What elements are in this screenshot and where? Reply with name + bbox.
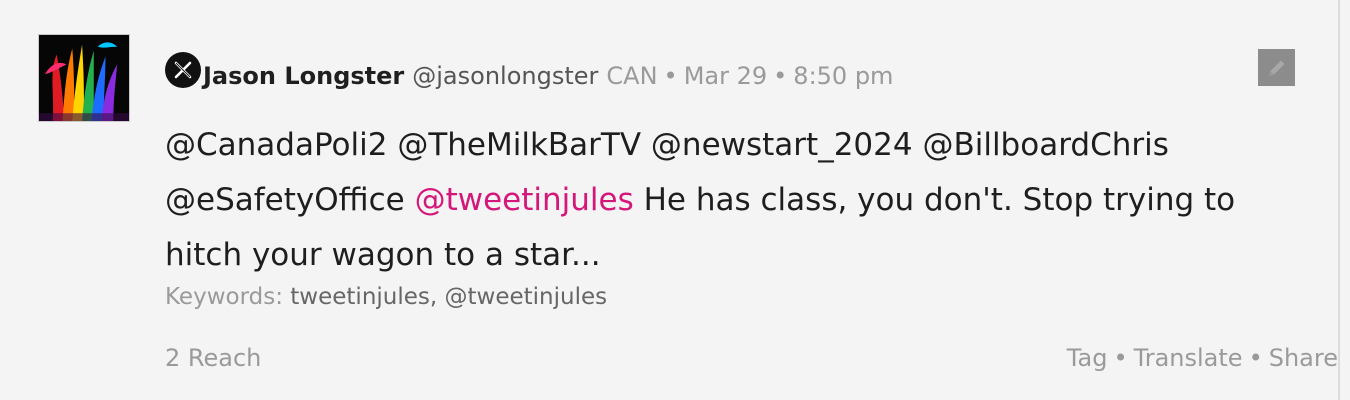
post-actions: Tag • Translate • Share [1067, 344, 1338, 372]
highlighted-mention[interactable]: @tweetinjules [415, 182, 634, 218]
keywords-label: Keywords: [165, 284, 283, 310]
separator-dot: • [1113, 344, 1128, 372]
country-label: CAN [606, 62, 658, 90]
mention-link[interactable]: @TheMilkBarTV [397, 127, 641, 163]
separator-dot: • [1248, 344, 1263, 372]
separator-dot: • [773, 62, 788, 90]
mention-link[interactable]: @BillboardChris [922, 127, 1168, 163]
avatar[interactable] [38, 34, 130, 122]
post-body: @CanadaPoli2 @TheMilkBarTV @newstart_202… [165, 118, 1315, 283]
keywords-row: Keywords: tweetinjules, @tweetinjules [165, 284, 607, 310]
tag-action[interactable]: Tag [1067, 344, 1108, 372]
avatar-image [39, 35, 129, 121]
post-card: Jason Longster @jasonlongster CAN • Mar … [0, 0, 1340, 400]
translate-action[interactable]: Translate [1134, 344, 1243, 372]
reach-count: 2 Reach [165, 344, 262, 372]
author-handle[interactable]: @jasonlongster [412, 62, 598, 90]
post-header: Jason Longster @jasonlongster CAN • Mar … [165, 52, 894, 96]
keywords-values: tweetinjules, @tweetinjules [290, 284, 608, 310]
mention-link[interactable]: @CanadaPoli2 [165, 127, 387, 163]
x-logo-icon [165, 52, 201, 88]
edit-button[interactable] [1258, 49, 1295, 86]
post-time: 8:50 pm [793, 62, 894, 90]
author-name[interactable]: Jason Longster [203, 62, 404, 90]
share-action[interactable]: Share [1269, 344, 1338, 372]
separator-dot: • [663, 62, 678, 90]
mention-link[interactable]: @eSafetyOffice [165, 182, 405, 218]
post-date: Mar 29 [683, 62, 768, 90]
mention-link[interactable]: @newstart_2024 [651, 127, 913, 163]
edit-pencil-icon [1268, 60, 1284, 76]
